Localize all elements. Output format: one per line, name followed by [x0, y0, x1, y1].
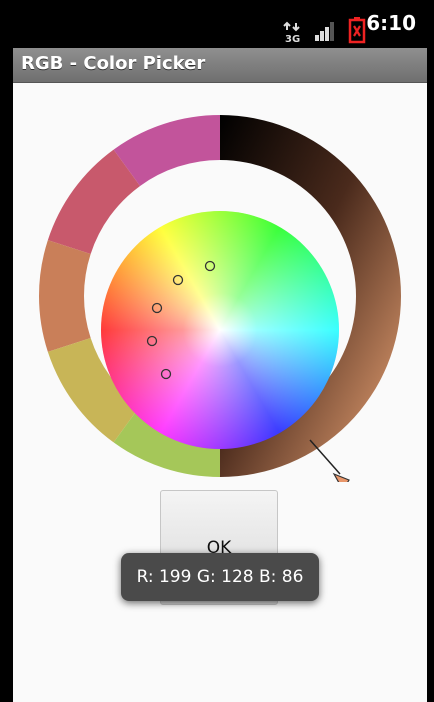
phone-screen: 3G 6:10 RGB - Color Picker OK R: 199 G: … [0, 0, 434, 702]
data-transfer-3g-icon: 3G [283, 21, 300, 43]
clock: 6:10 [366, 11, 416, 35]
status-bar: 3G 6:10 [0, 0, 434, 48]
battery-low-icon [348, 17, 366, 44]
brightness-pointer-icon[interactable] [332, 472, 350, 482]
app-title: RGB - Color Picker [21, 53, 206, 74]
signal-strength-icon [315, 22, 334, 41]
rgb-toast: R: 199 G: 128 B: 86 [121, 553, 319, 601]
history-swatch-segment[interactable] [39, 240, 91, 352]
network-type-label: 3G [285, 34, 300, 43]
hue-wheel[interactable] [101, 211, 339, 449]
color-picker[interactable] [13, 82, 427, 482]
app-window: RGB - Color Picker OK R: 199 G: 128 B: 8… [13, 48, 427, 702]
title-bar: RGB - Color Picker [13, 48, 427, 83]
